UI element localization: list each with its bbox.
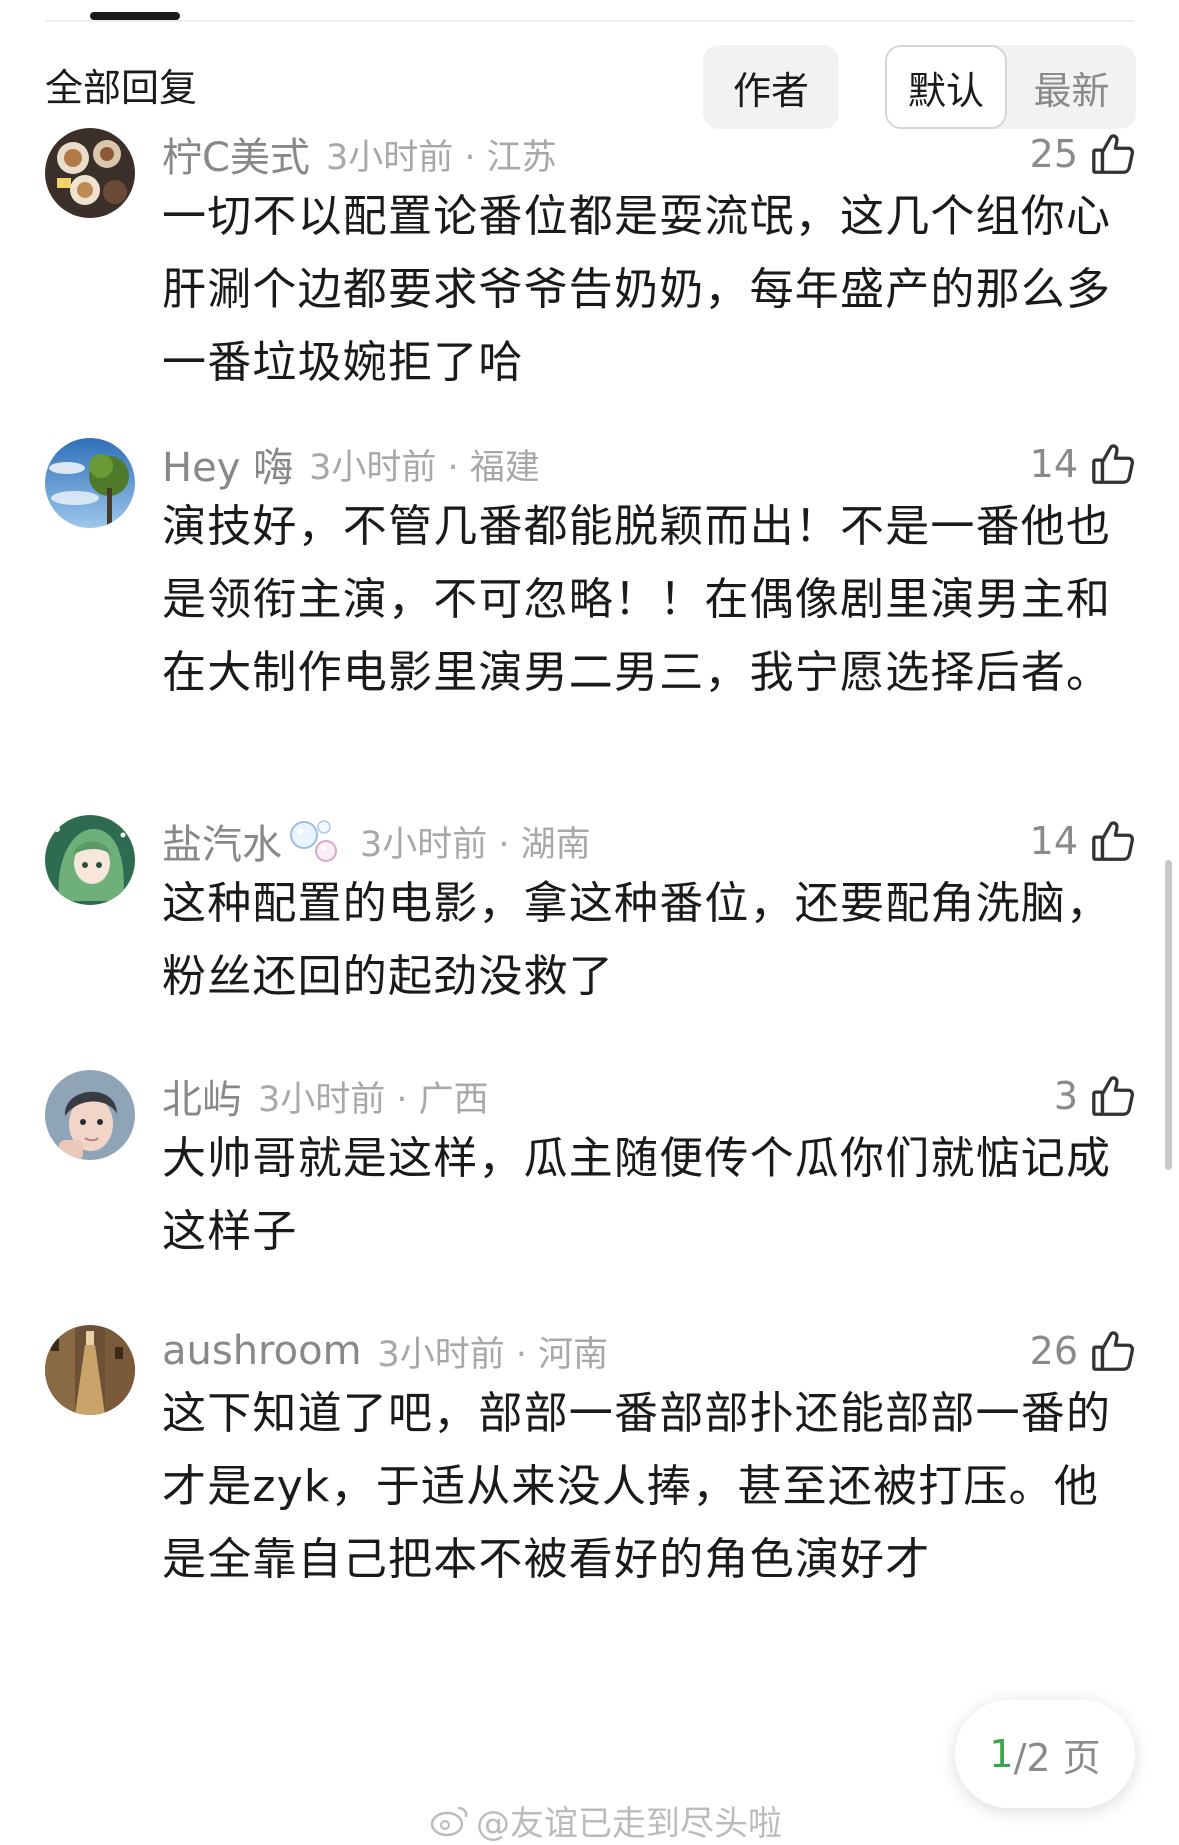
username[interactable]: 北屿 bbox=[162, 1067, 242, 1125]
time-location: 3小时前 · 湖南 bbox=[360, 824, 591, 865]
like-button[interactable]: 25 bbox=[1030, 130, 1136, 178]
like-button[interactable]: 26 bbox=[1030, 1327, 1136, 1375]
comment-text: 演技好，不管几番都能脱颖而出！不是一番他也是领衔主演，不可忽略！！在偶像剧里演男… bbox=[162, 501, 1112, 698]
username[interactable]: aushroom bbox=[162, 1328, 362, 1374]
tree-sky-avatar-icon[interactable] bbox=[45, 438, 135, 528]
time-location: 3小时前 · 福建 bbox=[309, 447, 540, 488]
comment-meta: aushroom 3小时前 · 河南 bbox=[162, 1327, 608, 1375]
watermark-text: @友谊已走到尽头啦 bbox=[476, 1803, 782, 1844]
like-button[interactable]: 14 bbox=[1030, 440, 1136, 488]
like-count: 25 bbox=[1029, 132, 1078, 176]
username[interactable]: Hey 嗨 bbox=[162, 435, 293, 493]
username[interactable]: 盐汽水 bbox=[162, 812, 282, 870]
divider bbox=[45, 20, 1134, 22]
thumbs-up-icon bbox=[1092, 821, 1135, 861]
thumbs-up-icon bbox=[1092, 444, 1135, 484]
comment-meta: 盐汽水 3小时前 · 湖南 bbox=[162, 817, 591, 868]
comment-item: 盐汽水 3小时前 · 湖南 14 这种配置的电影，拿这种番位，还要配角洗脑，粉丝… bbox=[0, 815, 1179, 1015]
comment-text: 这下知道了吧，部部一番部部扑还能部部一番的才是zyk，于适从来没人捧，甚至还被打… bbox=[162, 1388, 1112, 1585]
reply-header: 全部回复 作者 默认 最新 bbox=[0, 45, 1179, 130]
all-replies-title: 全部回复 bbox=[45, 66, 198, 110]
like-count: 14 bbox=[1029, 442, 1078, 486]
username[interactable]: 柠C美式 bbox=[162, 125, 310, 183]
thumbs-up-icon bbox=[1092, 134, 1135, 174]
comment-item: 柠C美式 3小时前 · 江苏 25 一切不以配置论番位都是耍流氓，这几个组你心肝… bbox=[0, 128, 1179, 388]
comment-meta: 北屿 3小时前 · 广西 bbox=[162, 1072, 489, 1123]
comment-text: 大帅哥就是这样，瓜主随便传个瓜你们就惦记成这样子 bbox=[162, 1133, 1112, 1257]
time-location: 3小时前 · 河南 bbox=[377, 1334, 609, 1375]
thumbs-up-icon bbox=[1092, 1076, 1135, 1116]
comment-item: 北屿 3小时前 · 广西 3 大帅哥就是这样，瓜主随便传个瓜你们就惦记成这样子 bbox=[0, 1070, 1179, 1270]
thumbs-up-icon bbox=[1092, 1331, 1135, 1371]
like-count: 3 bbox=[1053, 1074, 1078, 1118]
sort-latest-button[interactable]: 最新 bbox=[1007, 45, 1136, 129]
comment-text: 一切不以配置论番位都是耍流氓，这几个组你心肝涮个边都要求爷爷告奶奶，每年盛产的那… bbox=[162, 191, 1112, 388]
coffee-avatar-icon[interactable] bbox=[45, 128, 135, 218]
street-avatar-icon[interactable] bbox=[45, 1325, 135, 1415]
time-location: 3小时前 · 广西 bbox=[258, 1079, 489, 1120]
watermark: @友谊已走到尽头啦 bbox=[430, 1800, 782, 1844]
portrait-avatar-icon[interactable] bbox=[45, 1070, 135, 1160]
bubbles-icon bbox=[290, 820, 337, 862]
like-button[interactable]: 3 bbox=[1054, 1072, 1136, 1120]
page-indicator[interactable]: 1/2 页 bbox=[955, 1700, 1135, 1808]
author-filter-button[interactable]: 作者 bbox=[703, 45, 839, 129]
time-location: 3小时前 · 江苏 bbox=[325, 137, 557, 178]
current-page: 1 bbox=[989, 1732, 1014, 1776]
scrollbar[interactable] bbox=[1165, 860, 1172, 1170]
comment-item: Hey 嗨 3小时前 · 福建 14 演技好，不管几番都能脱颖而出！不是一番他也… bbox=[0, 438, 1179, 768]
comment-text: 这种配置的电影，拿这种番位，还要配角洗脑，粉丝还回的起劲没救了 bbox=[162, 878, 1112, 1002]
anime-girl-avatar-icon[interactable] bbox=[45, 815, 135, 905]
like-count: 26 bbox=[1029, 1329, 1078, 1373]
like-button[interactable]: 14 bbox=[1030, 817, 1136, 865]
tab-indicator bbox=[90, 12, 180, 20]
sort-default-button[interactable]: 默认 bbox=[885, 45, 1007, 129]
sort-toggle: 默认 最新 bbox=[885, 45, 1136, 129]
total-pages: /2 页 bbox=[1013, 1735, 1101, 1780]
like-count: 14 bbox=[1029, 819, 1078, 863]
weibo-logo-icon bbox=[430, 1806, 468, 1837]
comment-meta: Hey 嗨 3小时前 · 福建 bbox=[162, 440, 540, 491]
comment-meta: 柠C美式 3小时前 · 江苏 bbox=[162, 130, 557, 181]
